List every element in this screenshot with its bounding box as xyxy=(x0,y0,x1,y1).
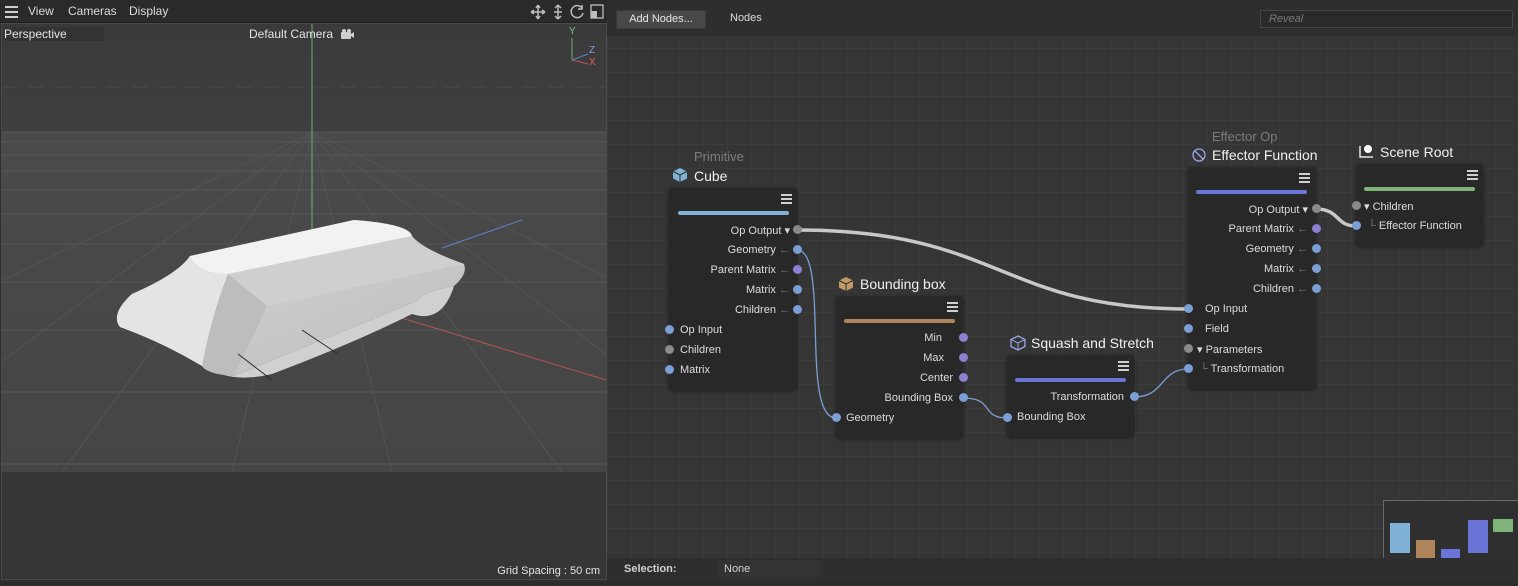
bbox-port-max[interactable]: Max xyxy=(846,352,944,364)
cube-icon xyxy=(672,168,688,182)
cube-dot-matrix[interactable] xyxy=(793,285,802,294)
cube-port-matrix-in[interactable]: Matrix xyxy=(680,364,710,376)
bbox-dot-geometry[interactable] xyxy=(832,413,841,422)
bbox-dot-bounding-box[interactable] xyxy=(959,393,968,402)
scene-root-dot-children[interactable] xyxy=(1352,201,1361,210)
node-menu-icon[interactable] xyxy=(781,194,792,204)
cube-dot-parent-matrix[interactable] xyxy=(793,265,802,274)
selection-value-field: None xyxy=(718,560,820,577)
squash-node-title[interactable]: Squash and Stretch xyxy=(1031,335,1154,351)
scene-root-node-title[interactable]: Scene Root xyxy=(1380,144,1453,160)
cube-port-geometry[interactable]: Geometry ← xyxy=(680,244,790,256)
effector-icon xyxy=(1192,148,1206,162)
cube-dot-children[interactable] xyxy=(793,305,802,314)
bbox-dot-min[interactable] xyxy=(959,333,968,342)
wire-effector-to-root xyxy=(1315,207,1357,228)
squash-port-bounding-box[interactable]: Bounding Box xyxy=(1017,411,1086,423)
bbox-port-bounding-box[interactable]: Bounding Box xyxy=(846,392,954,404)
cube-dot-geometry[interactable] xyxy=(793,245,802,254)
effector-dot-parent-matrix[interactable] xyxy=(1312,224,1321,233)
bbox-icon xyxy=(838,277,854,291)
effector-port-parent-matrix[interactable]: Parent Matrix ← xyxy=(1198,223,1308,235)
effector-port-transformation[interactable]: └ Transformation xyxy=(1200,363,1284,375)
effector-dot-op-input[interactable] xyxy=(1184,304,1193,313)
cube-dot-children-in[interactable] xyxy=(665,345,674,354)
wire-transformation xyxy=(1133,368,1189,398)
effector-dot-geometry[interactable] xyxy=(1312,244,1321,253)
cube-port-op-output[interactable]: Op Output ▾ xyxy=(680,224,790,237)
effector-port-children[interactable]: Children ← xyxy=(1198,283,1308,295)
node-menu-icon[interactable] xyxy=(1118,361,1129,371)
cube-port-children[interactable]: Children ← xyxy=(680,304,790,316)
effector-dot-matrix[interactable] xyxy=(1312,264,1321,273)
scene-root-color-bar xyxy=(1364,187,1475,191)
wire-bounding-box xyxy=(962,397,1008,419)
effector-node-subtitle: Effector Op xyxy=(1212,129,1278,144)
status-bar: Selection: None xyxy=(607,558,1518,582)
selection-value: None xyxy=(724,563,751,575)
cube-port-matrix[interactable]: Matrix ← xyxy=(680,284,790,296)
cube-node-color-bar xyxy=(678,211,789,215)
bbox-port-geometry[interactable]: Geometry xyxy=(846,412,894,424)
effector-dot-children[interactable] xyxy=(1312,284,1321,293)
cube-node-title[interactable]: Cube xyxy=(694,168,727,184)
scene-root-port-children[interactable]: ▾ Children xyxy=(1364,200,1414,213)
effector-dot-field[interactable] xyxy=(1184,324,1193,333)
effector-port-parameters[interactable]: ▾ Parameters xyxy=(1197,343,1262,356)
effector-port-matrix[interactable]: Matrix ← xyxy=(1198,263,1308,275)
effector-dot-op-output[interactable] xyxy=(1312,204,1321,213)
cube-port-children-in[interactable]: Children xyxy=(680,344,721,356)
cube-dot-matrix-in[interactable] xyxy=(665,365,674,374)
wire-geometry xyxy=(796,249,837,419)
effector-dot-parameters[interactable] xyxy=(1184,344,1193,353)
squash-node-color-bar xyxy=(1015,378,1126,382)
scene-root-dot-effector-function[interactable] xyxy=(1352,221,1361,230)
squash-dot-transformation[interactable] xyxy=(1130,392,1139,401)
effector-node-title[interactable]: Effector Function xyxy=(1212,147,1318,163)
bbox-node-color-bar xyxy=(844,319,955,323)
bbox-port-min[interactable]: Min xyxy=(846,332,942,344)
effector-port-geometry[interactable]: Geometry ← xyxy=(1198,243,1308,255)
node-menu-icon[interactable] xyxy=(1467,170,1478,180)
selection-label: Selection: xyxy=(624,563,677,575)
bbox-dot-center[interactable] xyxy=(959,373,968,382)
cube-node-subtitle: Primitive xyxy=(694,149,744,164)
cube-port-parent-matrix[interactable]: Parent Matrix ← xyxy=(680,264,790,276)
effector-node-color-bar xyxy=(1196,190,1307,194)
effector-port-field[interactable]: Field xyxy=(1205,323,1229,335)
bbox-port-center[interactable]: Center xyxy=(846,372,953,384)
squash-port-transformation[interactable]: Transformation xyxy=(1017,391,1124,403)
bbox-dot-max[interactable] xyxy=(959,353,968,362)
effector-dot-transformation[interactable] xyxy=(1184,364,1193,373)
squash-icon xyxy=(1010,335,1026,351)
bbox-node-title[interactable]: Bounding box xyxy=(860,276,946,292)
cube-dot-op-input[interactable] xyxy=(665,325,674,334)
cube-port-op-input[interactable]: Op Input xyxy=(680,324,722,336)
cube-dot-op-output[interactable] xyxy=(793,225,802,234)
squash-dot-bounding-box[interactable] xyxy=(1003,413,1012,422)
effector-port-op-output[interactable]: Op Output ▾ xyxy=(1198,203,1308,216)
scene-root-port-effector-function[interactable]: └ Effector Function xyxy=(1368,220,1462,232)
effector-port-op-input[interactable]: Op Input xyxy=(1205,303,1247,315)
scene-root-icon xyxy=(1359,145,1373,158)
node-menu-icon[interactable] xyxy=(1299,173,1310,183)
node-menu-icon[interactable] xyxy=(947,302,958,312)
